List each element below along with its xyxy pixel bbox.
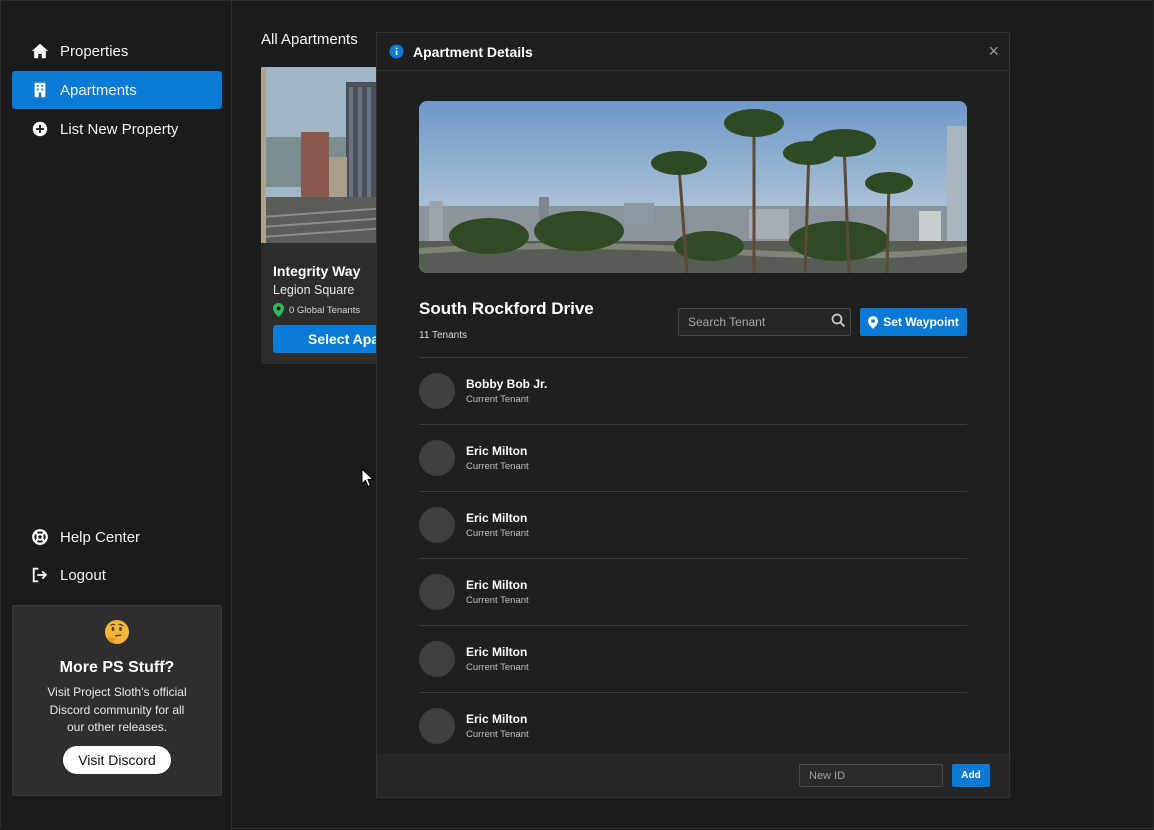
tenant-name: Eric Milton — [466, 712, 528, 726]
tenant-role: Current Tenant — [466, 729, 529, 740]
list-item[interactable]: Eric Milton Current Tenant — [419, 491, 967, 558]
lifebuoy-icon — [32, 529, 48, 545]
modal-footer: Add — [377, 753, 1009, 797]
sidebar-item-help-center[interactable]: Help Center — [12, 518, 222, 556]
tenant-name: Eric Milton — [466, 511, 528, 525]
mouse-cursor-icon — [361, 468, 375, 488]
map-pin-icon — [273, 303, 284, 317]
page-title: All Apartments — [261, 31, 358, 48]
sidebar-item-logout[interactable]: Logout — [12, 556, 222, 594]
sidebar: Properties Apartments List New Property … — [1, 1, 232, 830]
avatar — [419, 708, 455, 744]
sidebar-item-properties[interactable]: Properties — [12, 32, 222, 70]
tenant-role: Current Tenant — [466, 461, 529, 472]
new-id-field — [799, 764, 943, 787]
list-item[interactable]: Eric Milton Current Tenant — [419, 424, 967, 491]
map-marker-icon — [868, 315, 879, 329]
list-item[interactable]: Bobby Bob Jr. Current Tenant — [419, 357, 967, 424]
tenant-name: Eric Milton — [466, 645, 528, 659]
add-tenant-button[interactable]: Add — [952, 764, 990, 787]
list-item[interactable]: Eric Milton Current Tenant — [419, 692, 967, 754]
set-waypoint-button[interactable]: Set Waypoint — [860, 308, 967, 336]
apartment-tenant-count: 11 Tenants — [419, 330, 468, 341]
modal-header: Apartment Details × — [377, 33, 1009, 71]
close-icon[interactable]: × — [988, 41, 999, 62]
avatar — [419, 641, 455, 677]
tenant-count-text: 0 Global Tenants — [289, 304, 361, 316]
avatar — [419, 507, 455, 543]
tenant-role: Current Tenant — [466, 662, 529, 673]
tenant-name: Bobby Bob Jr. — [466, 377, 548, 391]
sidebar-item-label: Apartments — [60, 81, 137, 99]
apartment-title: South Rockford Drive — [419, 299, 594, 318]
list-item[interactable]: Eric Milton Current Tenant — [419, 625, 967, 692]
apartment-details-modal: Apartment Details × South Rockford Drive… — [376, 32, 1010, 798]
search-input[interactable] — [679, 309, 819, 335]
sidebar-item-label: Help Center — [60, 528, 141, 546]
apartment-name: Integrity Way — [273, 263, 361, 279]
tenant-role: Current Tenant — [466, 595, 529, 606]
avatar — [419, 373, 455, 409]
plus-circle-icon — [32, 121, 48, 137]
avatar — [419, 440, 455, 476]
apartment-location: Legion Square — [273, 283, 355, 297]
tenant-count: 0 Global Tenants — [273, 303, 360, 317]
tenant-name: Eric Milton — [466, 578, 528, 592]
promo-title: More PS Stuff? — [59, 659, 175, 676]
avatar — [419, 574, 455, 610]
search-icon[interactable] — [831, 313, 846, 328]
promo-text: Visit Project Sloth's official Discord c… — [47, 685, 187, 734]
tenant-name: Eric Milton — [466, 444, 528, 458]
search-tenant-field — [678, 308, 851, 336]
sidebar-item-apartments[interactable]: Apartments — [12, 71, 222, 109]
apartment-hero-image — [419, 101, 967, 273]
sidebar-item-label: Properties — [60, 42, 129, 60]
app-window: Properties Apartments List New Property … — [0, 0, 1154, 830]
modal-title: Apartment Details — [413, 43, 533, 60]
info-icon — [389, 44, 404, 59]
visit-discord-button[interactable]: Visit Discord — [63, 745, 171, 774]
tenant-list: Bobby Bob Jr. Current Tenant Eric Milton… — [419, 357, 967, 754]
logout-icon — [32, 567, 48, 583]
tenant-role: Current Tenant — [466, 528, 529, 539]
sidebar-item-label: List New Property — [60, 120, 179, 138]
thinking-face-icon — [13, 618, 221, 646]
sidebar-item-list-new-property[interactable]: List New Property — [12, 110, 222, 148]
tenant-role: Current Tenant — [466, 394, 529, 405]
list-item[interactable]: Eric Milton Current Tenant — [419, 558, 967, 625]
set-waypoint-label: Set Waypoint — [883, 315, 959, 329]
discord-promo-card: More PS Stuff? Visit Project Sloth's off… — [12, 605, 222, 796]
home-icon — [31, 43, 49, 59]
new-id-input[interactable] — [800, 765, 940, 786]
sidebar-item-label: Logout — [60, 566, 106, 584]
building-icon — [34, 82, 46, 98]
